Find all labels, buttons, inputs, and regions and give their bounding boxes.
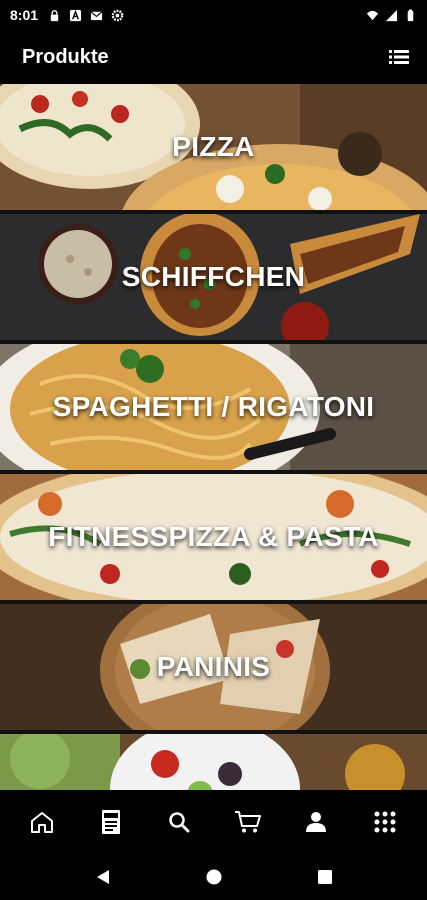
nav-cart[interactable] [228,802,268,842]
status-time: 8:01 [10,7,39,23]
status-bar: 8:01 [0,0,427,30]
recents-icon[interactable] [317,870,332,884]
category-label: SPAGHETTI / RIGATONI [52,391,375,422]
a-icon [69,9,82,21]
user-icon [306,812,327,832]
system-navigation [0,854,427,900]
settings-icon [111,9,124,21]
notification-icons [48,9,124,22]
menu-pdf-icon [101,810,120,834]
app-bar: Produkte [0,30,427,84]
page-title: Produkte [22,45,109,68]
nav-home[interactable] [22,802,62,842]
lock-icon [50,9,59,21]
category-tile-paninis[interactable]: PANINIS [0,604,427,730]
search-icon [169,812,190,833]
category-tile-pizza[interactable]: PIZZA [0,84,427,210]
apps-grid-icon [374,811,396,833]
list-view-button[interactable] [385,43,413,71]
category-label: SCHIFFCHEN [121,261,306,292]
category-tile-schiffchen[interactable]: SCHIFFCHEN [0,214,427,340]
salad-image [0,734,427,790]
nav-more[interactable] [365,802,405,842]
nav-search[interactable] [159,802,199,842]
cart-icon [234,811,261,833]
home-circle-icon[interactable] [206,869,222,885]
wifi-icon [366,10,379,20]
system-status-icons [366,8,417,22]
nav-account[interactable] [296,802,336,842]
category-label: PIZZA [172,131,255,162]
home-icon [31,812,54,833]
bottom-navigation [0,790,427,854]
category-tile-spaghetti[interactable]: SPAGHETTI / RIGATONI [0,344,427,470]
back-icon[interactable] [96,869,110,885]
category-tile-fitnesspizza[interactable]: FITNESSPIZZA & PASTA [0,474,427,600]
nav-menu-pdf[interactable] [91,802,131,842]
signal-icon [385,9,398,21]
list-icon [389,50,409,64]
category-tile-salat[interactable] [0,734,427,790]
category-label: FITNESSPIZZA & PASTA [48,521,379,552]
category-label: PANINIS [156,651,271,682]
category-list[interactable]: PIZZA SCHIFFCHEN SPAGHETTI / RIGATONI FI… [0,84,427,790]
battery-icon [407,8,414,21]
mail-icon [90,10,103,20]
